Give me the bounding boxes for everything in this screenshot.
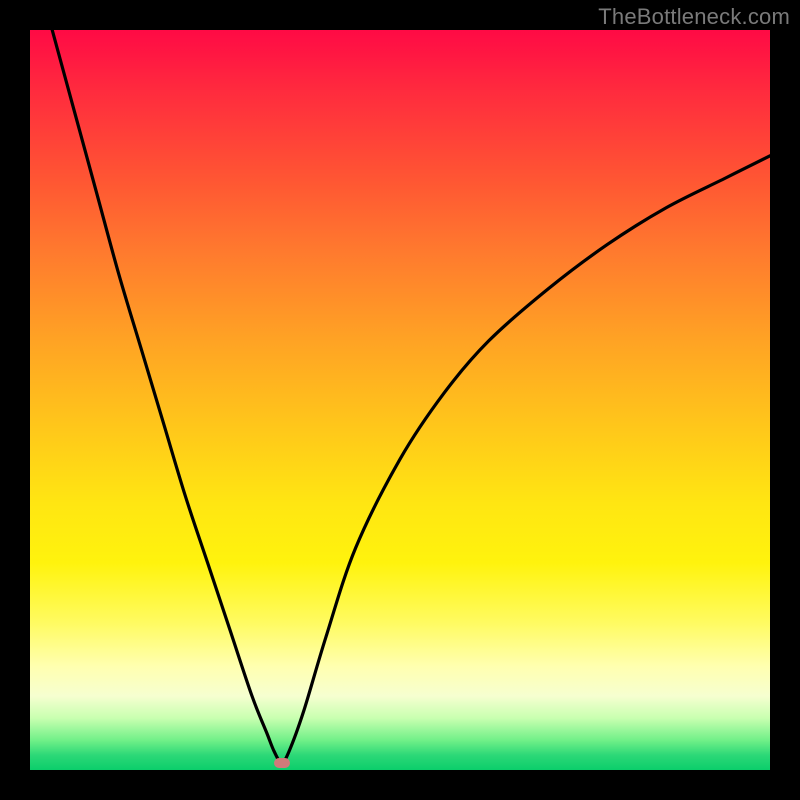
chart-frame: TheBottleneck.com [0, 0, 800, 800]
watermark-text: TheBottleneck.com [598, 4, 790, 30]
minimum-marker [274, 758, 290, 768]
plot-area [30, 30, 770, 770]
bottleneck-curve [30, 30, 770, 770]
